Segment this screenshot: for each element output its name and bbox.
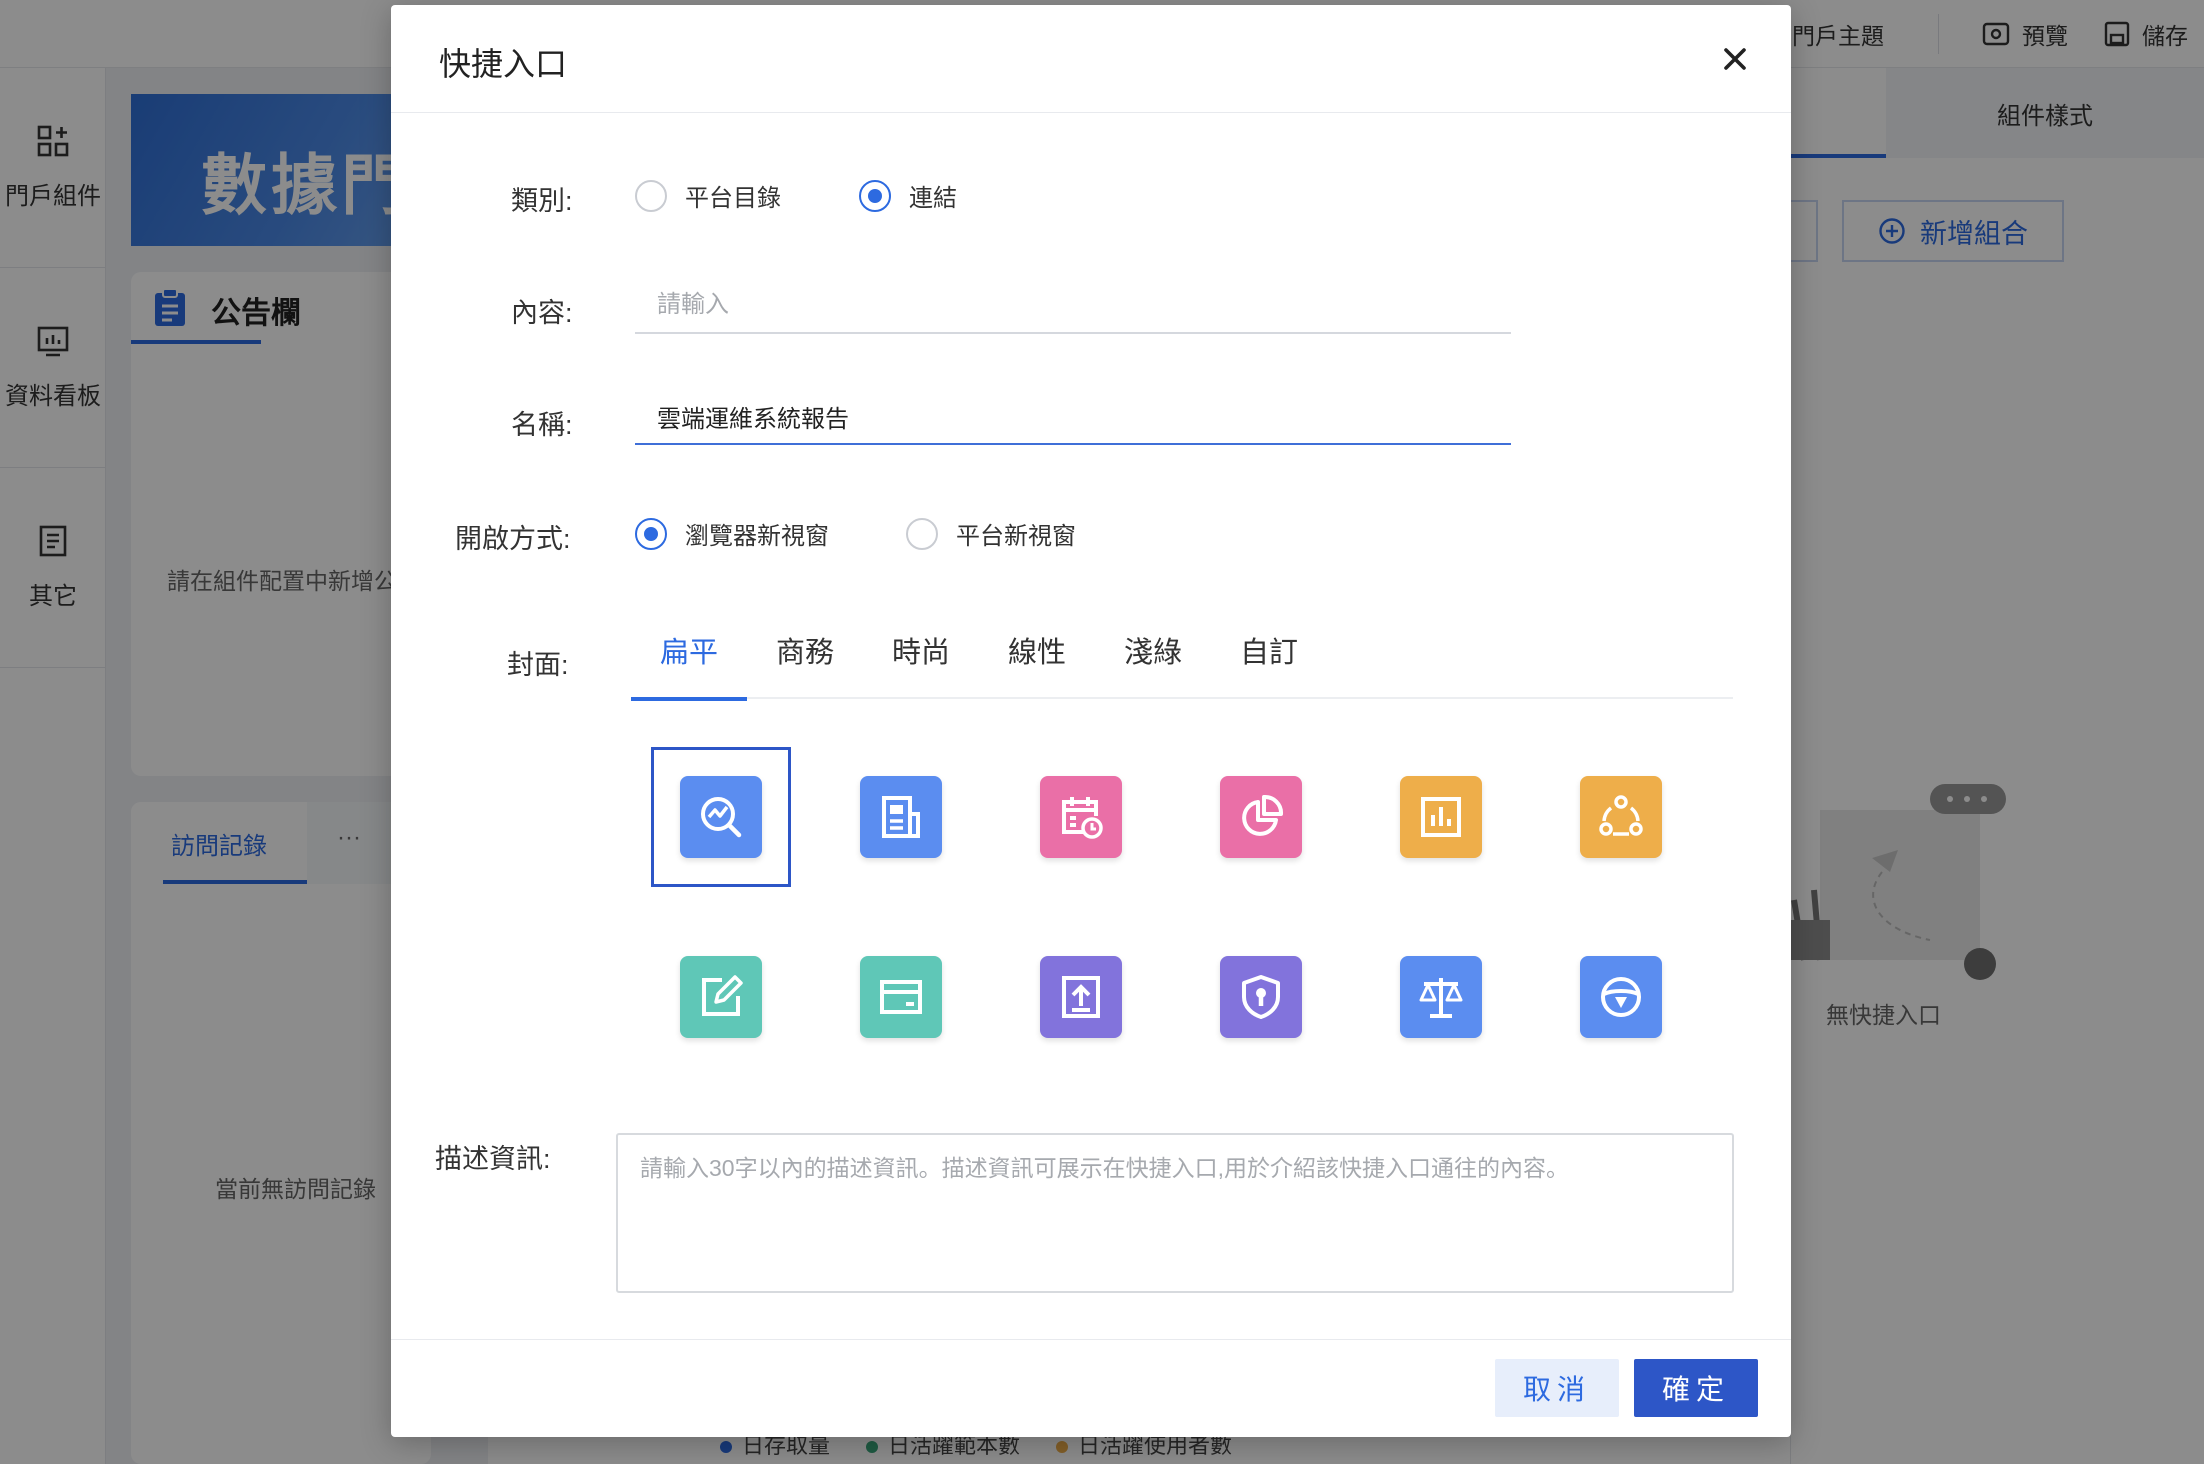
shield-lock-icon <box>1220 956 1302 1038</box>
cover-icon-option[interactable] <box>1011 927 1151 1067</box>
calendar-clock-icon <box>1040 776 1122 858</box>
upload-icon <box>1040 956 1122 1038</box>
category-option-platform-catalog[interactable]: 平台目錄 <box>635 178 781 213</box>
cover-icon-option[interactable] <box>1551 927 1691 1067</box>
tab-cover-light-green[interactable]: 淺綠 <box>1095 629 1211 697</box>
radio-circle-selected <box>635 517 667 550</box>
radio-label: 平台目錄 <box>685 185 781 212</box>
cover-icon-option[interactable] <box>831 747 971 887</box>
pie-chart-icon <box>1220 776 1302 858</box>
category-label: 類別: <box>511 186 573 216</box>
network-icon <box>1580 776 1662 858</box>
cover-style-tabs: 扁平 商務 時尚 線性 淺綠 自訂 <box>631 615 1733 701</box>
cover-icon-option[interactable] <box>1191 747 1331 887</box>
close-icon[interactable] <box>1715 39 1755 79</box>
tab-cover-flat[interactable]: 扁平 <box>631 629 747 701</box>
description-textarea[interactable] <box>616 1133 1734 1293</box>
cover-icon-option[interactable] <box>651 927 791 1067</box>
chart-search-icon <box>680 776 762 858</box>
radio-label: 瀏覽器新視窗 <box>685 523 829 550</box>
tab-cover-business[interactable]: 商務 <box>747 629 863 697</box>
bar-chart-icon <box>1400 776 1482 858</box>
cover-icon-option[interactable] <box>1371 927 1511 1067</box>
tab-cover-fashion[interactable]: 時尚 <box>863 629 979 697</box>
card-icon <box>860 956 942 1038</box>
tab-cover-linear[interactable]: 線性 <box>979 629 1095 697</box>
radio-label: 連結 <box>909 185 957 212</box>
radio-label: 平台新視窗 <box>956 523 1076 550</box>
cover-icon-option[interactable] <box>651 747 791 887</box>
name-input[interactable] <box>635 389 1511 445</box>
radio-circle <box>906 517 938 550</box>
cover-icon-option[interactable] <box>1011 747 1151 887</box>
tab-cover-custom[interactable]: 自訂 <box>1211 629 1327 697</box>
name-label: 名稱: <box>511 410 573 440</box>
cover-icon-option[interactable] <box>1371 747 1511 887</box>
shortcut-entry-dialog: 快捷入口 類別: 平台目錄 連結 內容: 名稱: 開啟方式: 瀏覽器新視窗 平台… <box>391 5 1791 1437</box>
steering-wheel-icon <box>1580 956 1662 1038</box>
report-icon <box>860 776 942 858</box>
content-label: 內容: <box>511 298 573 328</box>
cover-icon-option[interactable] <box>1191 927 1331 1067</box>
description-label: 描述資訊: <box>435 1144 551 1174</box>
radio-circle <box>635 179 667 212</box>
open-mode-label: 開啟方式: <box>455 524 571 554</box>
open-option-browser-window[interactable]: 瀏覽器新視窗 <box>635 516 829 551</box>
radio-circle-selected <box>859 179 891 212</box>
dialog-title: 快捷入口 <box>439 46 568 82</box>
cover-label: 封面: <box>507 650 569 680</box>
category-option-link[interactable]: 連結 <box>859 178 957 213</box>
edit-icon <box>680 956 762 1038</box>
cancel-button[interactable]: 取消 <box>1495 1359 1619 1417</box>
content-input[interactable] <box>635 278 1511 334</box>
cover-icon-option[interactable] <box>831 927 971 1067</box>
open-option-platform-window[interactable]: 平台新視窗 <box>906 516 1076 551</box>
confirm-button[interactable]: 確定 <box>1634 1359 1758 1417</box>
scale-icon <box>1400 956 1482 1038</box>
dialog-header: 快捷入口 <box>391 5 1791 113</box>
cover-icon-option[interactable] <box>1551 747 1691 887</box>
